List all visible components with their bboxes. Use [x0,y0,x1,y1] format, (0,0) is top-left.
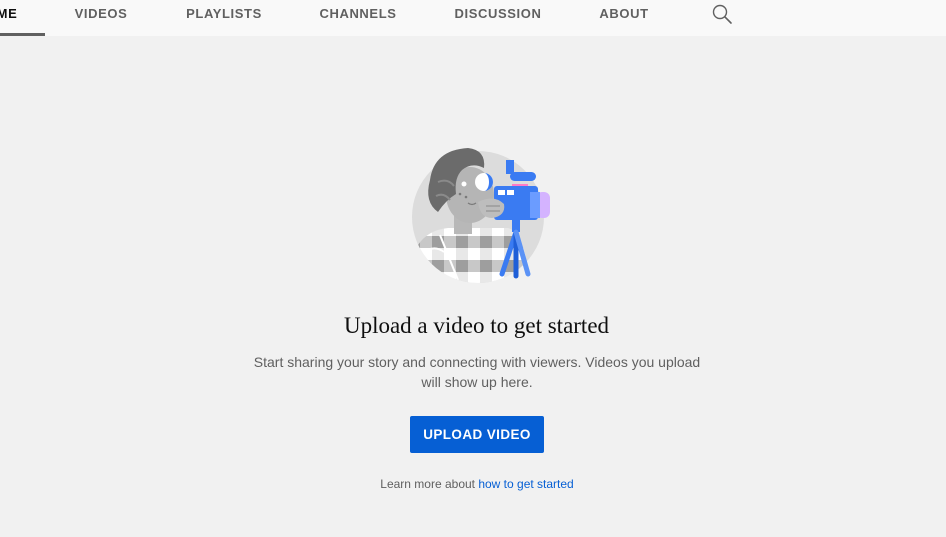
tab-videos[interactable]: VIDEOS [67,0,135,36]
empty-state-description: Start sharing your story and connecting … [253,354,701,390]
empty-channel-state: Upload a video to get started Start shar… [0,36,946,537]
tab-about[interactable]: ABOUT [594,0,654,36]
search-icon [712,4,732,24]
empty-state-headline: Upload a video to get started [343,313,610,338]
how-to-get-started-link[interactable]: how to get started [478,477,573,491]
tab-channels[interactable]: CHANNELS [315,0,401,36]
tab-discussion[interactable]: DISCUSSION [451,0,545,36]
learn-more-prefix: Learn more about [380,477,479,491]
tab-home[interactable]: ME [0,0,22,36]
learn-more-text: Learn more about how to get started [0,477,946,491]
camera-operator-illustration [412,148,550,283]
tab-playlists[interactable]: PLAYLISTS [181,0,267,36]
search-button[interactable] [710,2,734,26]
channel-tab-bar: ME VIDEOS PLAYLISTS CHANNELS DISCUSSION … [0,0,946,36]
upload-video-button[interactable]: UPLOAD VIDEO [410,416,544,453]
